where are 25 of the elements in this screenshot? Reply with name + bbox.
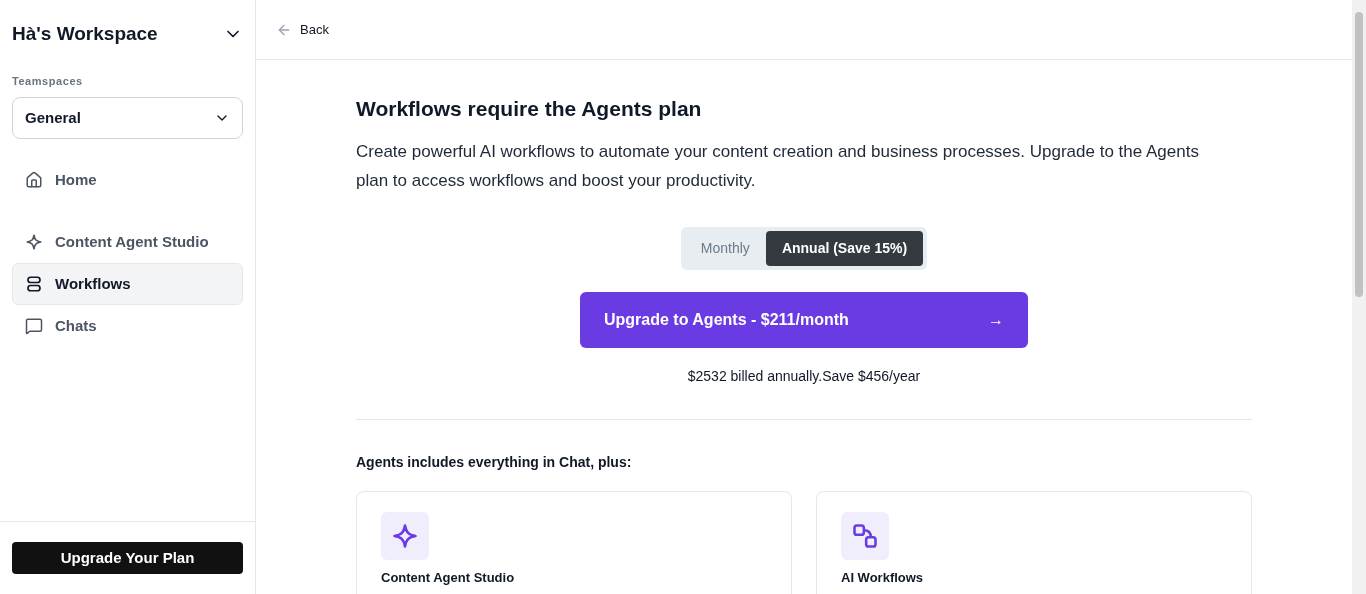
sidebar-item[interactable]: Home [12, 159, 243, 201]
chat-icon [25, 317, 43, 335]
stacked-blocks-icon [25, 275, 43, 293]
teamspace-select[interactable]: General [12, 97, 243, 139]
billing-note: $2532 billed annually.Save $456/year [686, 366, 922, 386]
upgrade-plan-button[interactable]: Upgrade Your Plan [12, 542, 243, 574]
sidebar-item[interactable]: Workflows [12, 263, 243, 305]
sidebar-item[interactable]: Content Agent Studio [12, 221, 243, 263]
scrollbar[interactable] [1352, 0, 1366, 594]
workspace-switcher[interactable]: Hà's Workspace [12, 20, 243, 49]
billing-option[interactable]: Monthly [684, 230, 766, 266]
upgrade-agents-button[interactable]: Upgrade to Agents - $211/month → [580, 291, 1028, 348]
billing-option[interactable]: Annual (Save 15%) [765, 230, 924, 266]
linked-squares-icon [851, 521, 879, 550]
page-title: Workflows require the Agents plan [356, 96, 703, 122]
sidebar-item[interactable]: Chats [12, 305, 243, 347]
sparkle-icon [25, 233, 43, 251]
description: Create powerful AI workflows to automate your content creation and business processes. Upgrade to the Agents plan to access workflows and boost your productivity. [356, 140, 1200, 192]
features-heading: Agents includes everything in Chat, plus: [356, 452, 633, 472]
feature-title: Content Agent Studio [381, 569, 516, 586]
feature-title: AI Workflows [841, 569, 925, 586]
home-icon [25, 171, 43, 189]
back-link[interactable]: Back [276, 19, 329, 40]
teamspaces-label: Teamspaces [12, 73, 84, 89]
sparkle-icon [391, 521, 419, 550]
